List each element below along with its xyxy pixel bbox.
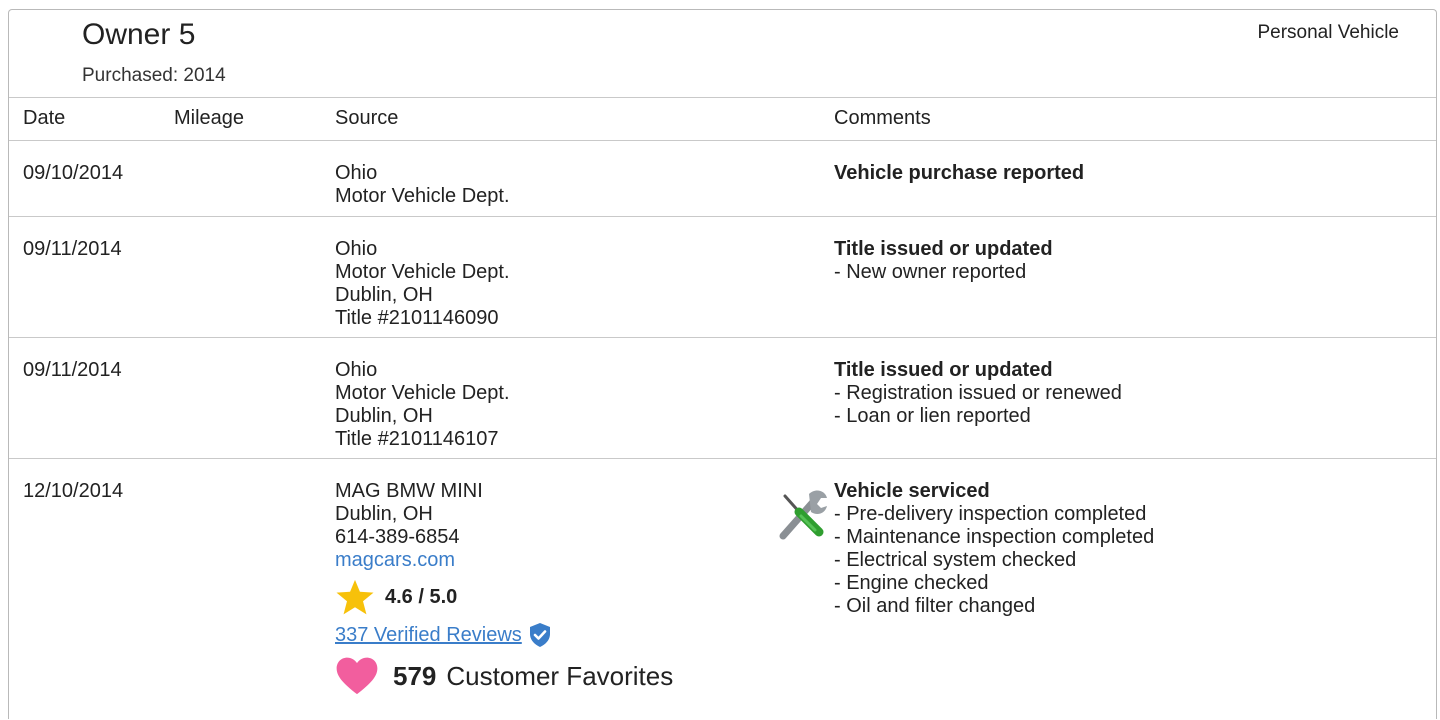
verified-shield-icon xyxy=(529,623,550,647)
star-icon xyxy=(336,579,374,615)
comment-item: - Registration issued or renewed xyxy=(834,382,1122,404)
column-header-source: Source xyxy=(335,107,399,129)
source-line: Title #2101146090 xyxy=(335,307,499,329)
heart-icon xyxy=(336,657,378,695)
comment-item: - Maintenance inspection completed xyxy=(834,526,1155,548)
table-row: 09/11/2014 Ohio Motor Vehicle Dept. Dubl… xyxy=(9,338,1436,459)
verified-reviews-link[interactable]: 337 Verified Reviews xyxy=(335,624,522,647)
source-line: Ohio xyxy=(335,162,378,184)
comment-item: - Electrical system checked xyxy=(834,549,1077,571)
owner-title: Owner 5 xyxy=(82,18,196,51)
row-comments: Title issued or updated - Registration i… xyxy=(834,359,1122,428)
customer-favorites: 579 Customer Favorites xyxy=(335,656,673,696)
row-source: Ohio Motor Vehicle Dept. Dublin, OH Titl… xyxy=(335,359,510,451)
source-line: Title #2101146107 xyxy=(335,428,499,450)
source-line: Ohio xyxy=(335,238,378,260)
source-line: Dublin, OH xyxy=(335,284,433,306)
rating-value: 4.6 / 5.0 xyxy=(385,585,458,608)
row-date: 09/10/2014 xyxy=(23,162,124,184)
source-line: Motor Vehicle Dept. xyxy=(335,382,510,404)
comment-item: - Pre-delivery inspection completed xyxy=(834,503,1147,525)
owner-history-panel: Owner 5 Purchased: 2014 Personal Vehicle… xyxy=(8,9,1437,719)
purchased-year: Purchased: 2014 xyxy=(82,65,226,86)
comment-title: Title issued or updated xyxy=(834,238,1053,260)
row-date: 09/11/2014 xyxy=(23,359,122,381)
dealer-location: Dublin, OH xyxy=(335,503,433,525)
comment-item: - Oil and filter changed xyxy=(834,595,1036,617)
reviews-row: 337 Verified Reviews xyxy=(335,622,673,648)
source-line: Ohio xyxy=(335,359,378,381)
row-date: 12/10/2014 xyxy=(23,480,124,502)
row-source: MAG BMW MINI Dublin, OH 614-389-6854 mag… xyxy=(335,480,673,696)
column-header-date: Date xyxy=(23,107,66,129)
row-date: 09/11/2014 xyxy=(23,238,122,260)
comment-item: - Loan or lien reported xyxy=(834,405,1031,427)
comment-title: Vehicle purchase reported xyxy=(834,162,1085,184)
row-source: Ohio Motor Vehicle Dept. Dublin, OH Titl… xyxy=(335,238,510,330)
dealer-name: MAG BMW MINI xyxy=(335,480,483,502)
table-row: 12/10/2014 MAG BMW MINI Dublin, OH 614-3… xyxy=(9,459,1436,720)
table-row: 09/10/2014 Ohio Motor Vehicle Dept. Vehi… xyxy=(9,141,1436,217)
comment-title: Title issued or updated xyxy=(834,359,1053,381)
comment-title: Vehicle serviced xyxy=(834,480,990,502)
favorites-count: 579 xyxy=(393,660,437,691)
comment-item: - Engine checked xyxy=(834,572,989,594)
dealer-rating: 4.6 / 5.0 xyxy=(335,579,673,615)
row-comments: Vehicle serviced - Pre-delivery inspecti… xyxy=(834,480,1154,618)
source-line: Motor Vehicle Dept. xyxy=(335,185,510,207)
dealer-phone: 614-389-6854 xyxy=(335,526,460,548)
source-line: Motor Vehicle Dept. xyxy=(335,261,510,283)
comment-item: - New owner reported xyxy=(834,261,1027,283)
wrench-screwdriver-icon xyxy=(779,490,827,540)
row-source: Ohio Motor Vehicle Dept. xyxy=(335,162,510,208)
row-comments: Title issued or updated - New owner repo… xyxy=(834,238,1053,284)
favorites-label: Customer Favorites xyxy=(446,660,674,691)
row-comments: Vehicle purchase reported xyxy=(834,162,1084,185)
table-header: Date Mileage Source Comments xyxy=(9,97,1436,141)
dealer-website-link[interactable]: magcars.com xyxy=(335,549,673,572)
column-header-mileage: Mileage xyxy=(174,107,245,129)
column-header-comments: Comments xyxy=(834,107,931,129)
source-line: Dublin, OH xyxy=(335,405,433,427)
vehicle-use-type: Personal Vehicle xyxy=(1257,22,1399,43)
table-row: 09/11/2014 Ohio Motor Vehicle Dept. Dubl… xyxy=(9,217,1436,338)
